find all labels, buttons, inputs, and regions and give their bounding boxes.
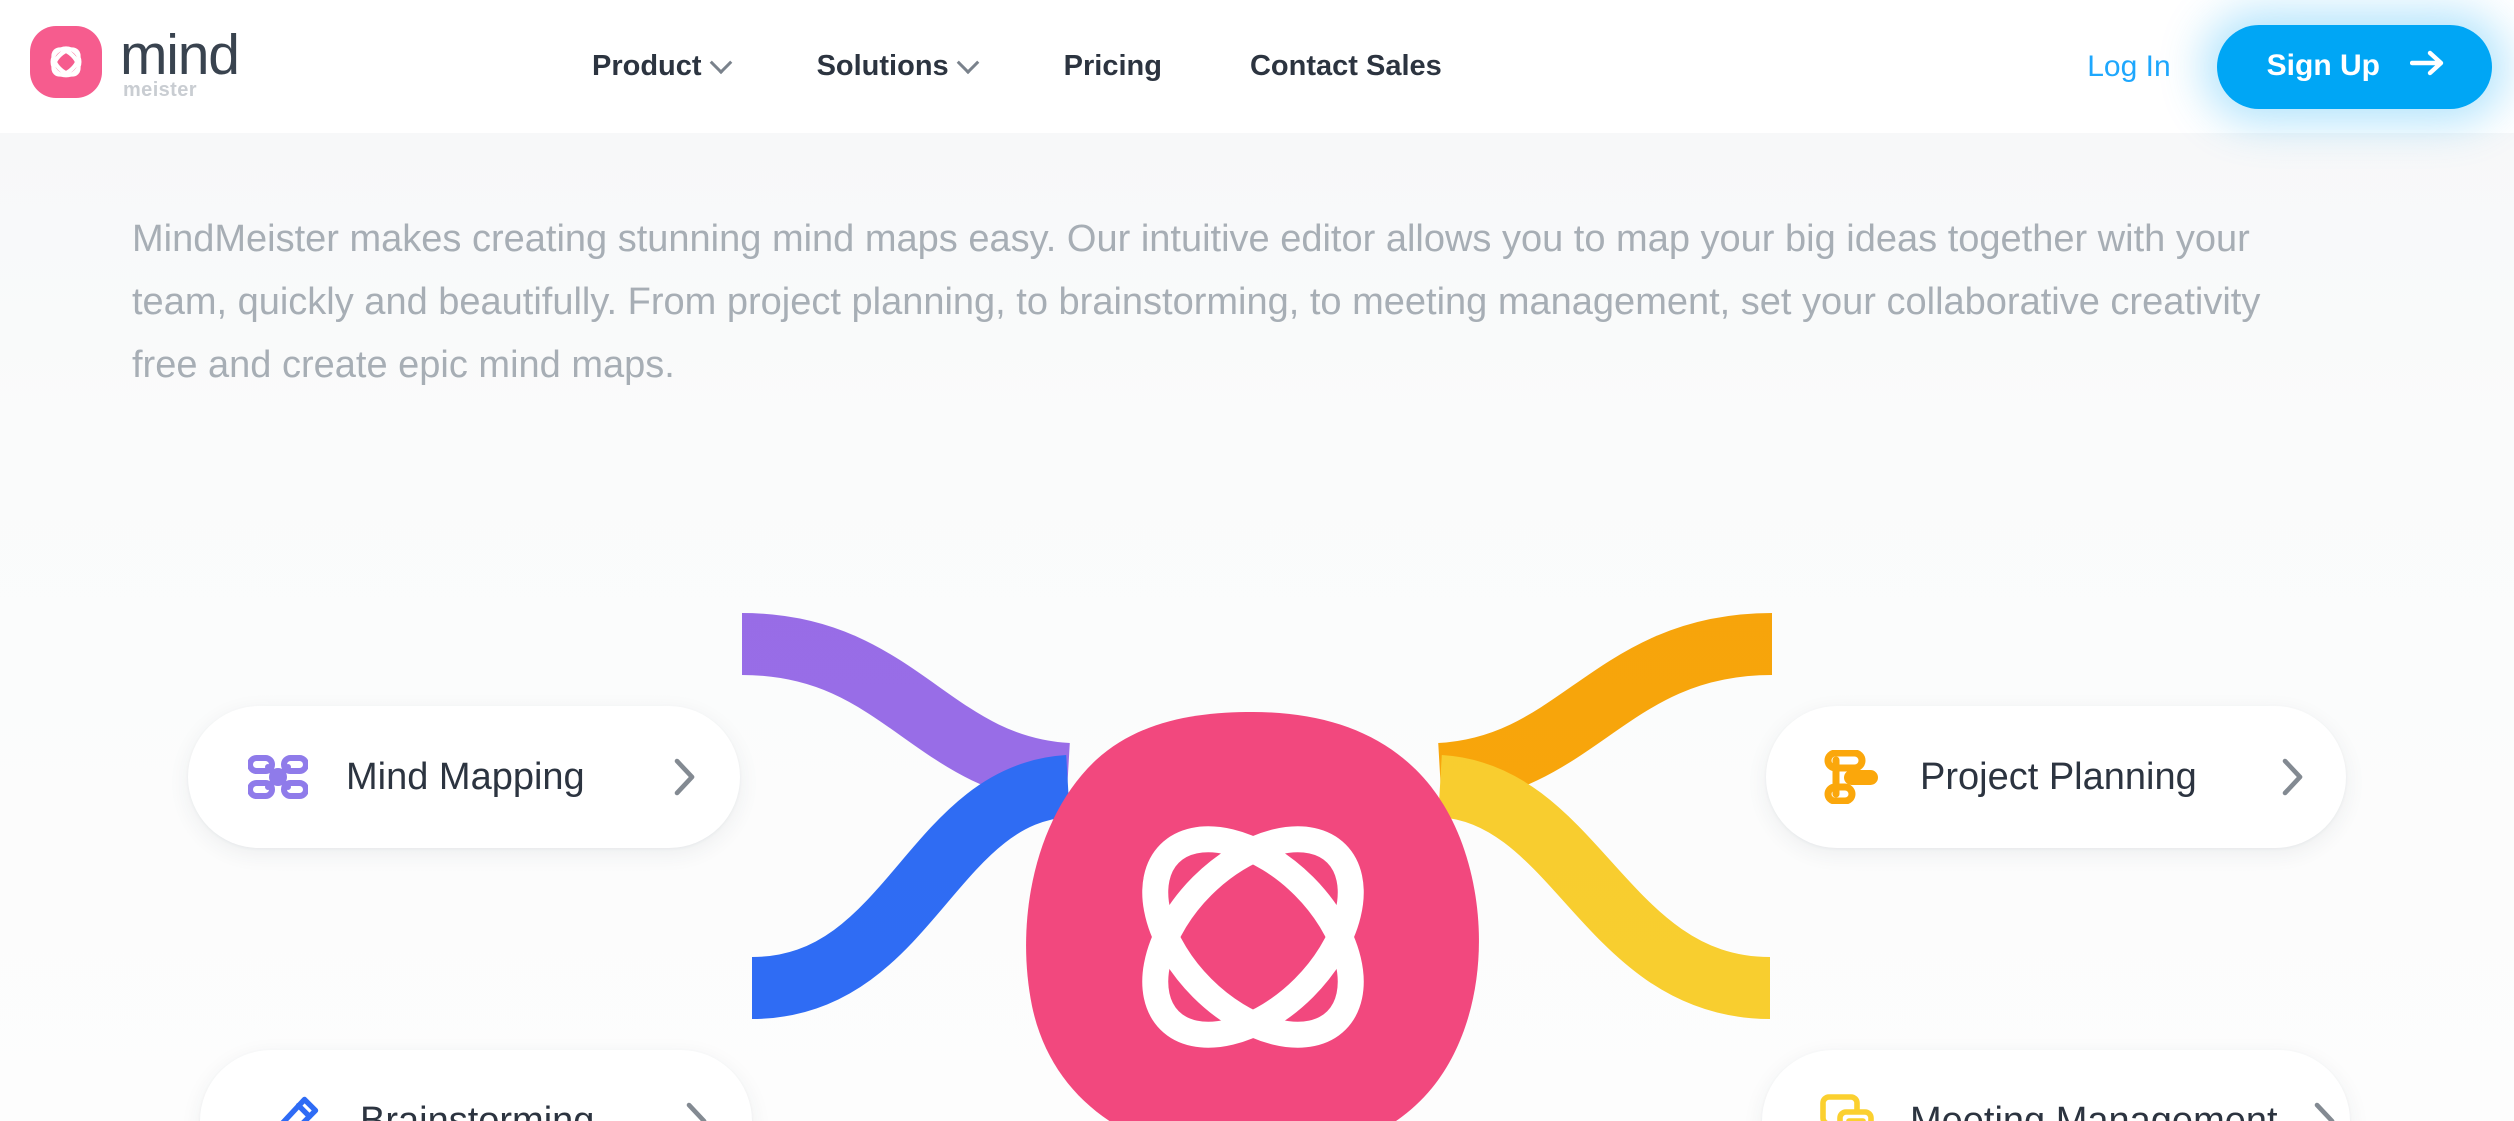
- chevron-right-icon: [672, 757, 698, 797]
- branch-mind-mapping: [741, 613, 1071, 805]
- nav-label-solutions: Solutions: [816, 50, 949, 82]
- signup-button-label: Sign Up: [2266, 48, 2380, 82]
- feature-card-label: Project Planning: [1920, 755, 2197, 798]
- chevron-down-icon: [709, 50, 732, 74]
- feature-card-brainstorming[interactable]: Brainstorming: [200, 1050, 752, 1121]
- chevron-right-icon: [2312, 1101, 2338, 1121]
- nav-item-solutions[interactable]: Solutions: [816, 50, 979, 83]
- nav-item-contact-sales[interactable]: Contact Sales: [1250, 50, 1442, 83]
- mindmap-diagram: Mind Mapping Brainstorming Project Plann…: [0, 266, 2514, 1121]
- primary-navigation: Product Solutions Pricing Contact Sales: [592, 0, 1442, 133]
- chevron-down-icon: [956, 50, 979, 74]
- signup-button[interactable]: Sign Up: [2216, 24, 2492, 109]
- chevron-right-icon: [2280, 757, 2306, 797]
- chevron-right-icon: [684, 1101, 710, 1121]
- mindmeister-atom-logo-icon: [30, 26, 102, 98]
- nav-item-product[interactable]: Product: [592, 50, 732, 83]
- chat-bubbles-icon: [1818, 1092, 1876, 1121]
- arrow-right-icon: [2409, 50, 2446, 84]
- brand-wordmark: mind meister: [120, 22, 240, 101]
- nav-label-product: Product: [592, 50, 702, 82]
- nav-label-pricing: Pricing: [1063, 50, 1162, 82]
- page-root: mind meister Product Solutions Pricing C…: [0, 0, 2514, 1121]
- brand-logo[interactable]: mind meister: [30, 12, 240, 112]
- center-node[interactable]: [1022, 706, 1484, 1121]
- feature-card-meeting-management[interactable]: Meeting Management: [1762, 1050, 2350, 1121]
- feature-card-label: Mind Mapping: [346, 755, 585, 798]
- pencil-icon: [266, 1093, 322, 1121]
- nav-label-contact-sales: Contact Sales: [1249, 50, 1442, 82]
- branch-project-planning: [1437, 613, 1773, 805]
- brand-word-mind: mind: [120, 22, 240, 87]
- feature-card-label: Meeting Management: [1910, 1099, 2278, 1121]
- branch-brainstorming: [750, 755, 1072, 1019]
- hero-section: MindMeister makes creating stunning mind…: [0, 133, 2514, 1121]
- feature-card-mind-mapping[interactable]: Mind Mapping: [188, 706, 740, 848]
- branch-meeting-management: [1436, 755, 1772, 1019]
- feature-card-project-planning[interactable]: Project Planning: [1766, 706, 2346, 848]
- feature-card-label: Brainstorming: [360, 1099, 595, 1121]
- site-header: mind meister Product Solutions Pricing C…: [0, 0, 2514, 133]
- gantt-bars-icon: [1824, 750, 1882, 804]
- center-node-blob: [1026, 712, 1479, 1121]
- nav-item-pricing[interactable]: Pricing: [1064, 50, 1162, 83]
- mind-map-nodes-icon: [248, 747, 308, 807]
- auth-actions: Log In Sign Up: [2087, 0, 2492, 133]
- brand-word-meister: meister: [123, 78, 197, 101]
- login-link[interactable]: Log In: [2087, 50, 2170, 84]
